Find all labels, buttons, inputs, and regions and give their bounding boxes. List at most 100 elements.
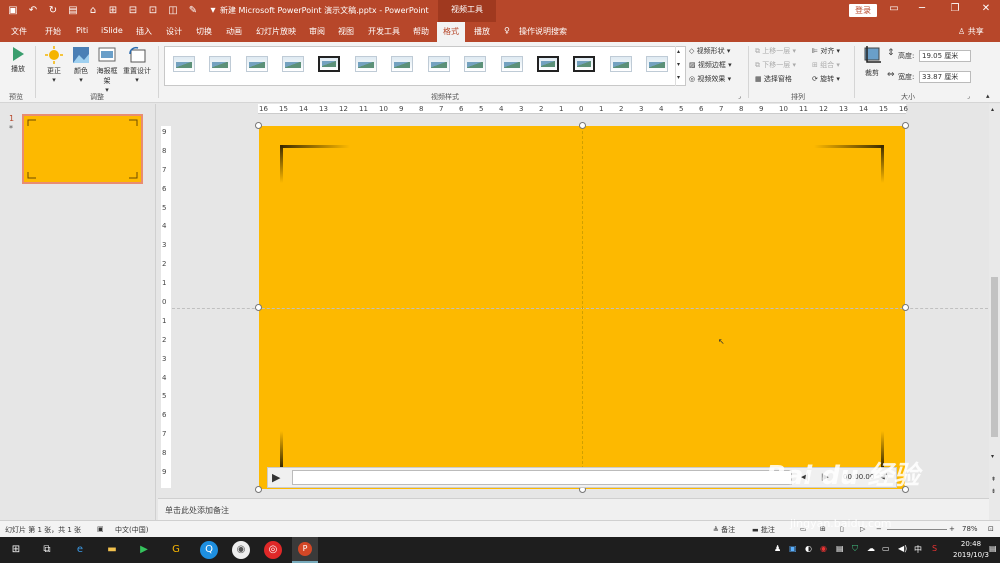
- scrollbar-thumb[interactable]: [991, 277, 998, 437]
- correct-button[interactable]: 更正 ▾: [42, 46, 66, 84]
- restore-icon[interactable]: ❐: [945, 3, 965, 14]
- tab-piti[interactable]: Piti: [76, 26, 88, 35]
- gallery-scroll[interactable]: ▴ ▾ ▾: [675, 46, 685, 86]
- login-button[interactable]: 登录: [849, 4, 877, 17]
- distribute-icon[interactable]: ⊟: [126, 3, 140, 19]
- tell-me-search[interactable]: 操作说明搜索: [519, 26, 567, 37]
- task-view-icon[interactable]: ⧉: [38, 541, 56, 559]
- align-icon[interactable]: ⊞: [106, 3, 120, 19]
- video-style-12[interactable]: [573, 56, 595, 72]
- customize-qat-icon[interactable]: ▾: [206, 3, 220, 19]
- previous-slide-icon[interactable]: ⇞: [991, 476, 996, 483]
- collapse-ribbon-icon[interactable]: ▴: [986, 92, 990, 100]
- undo-icon[interactable]: ↶: [26, 3, 40, 19]
- zoom-level[interactable]: 78%: [962, 525, 978, 533]
- pen-icon[interactable]: ✎: [186, 3, 200, 19]
- video-style-10[interactable]: [501, 56, 523, 72]
- video-style-11[interactable]: [537, 56, 559, 72]
- video-style-1[interactable]: [173, 56, 195, 72]
- grid-icon[interactable]: ⊡: [146, 3, 160, 19]
- resize-handle-top[interactable]: [579, 122, 586, 129]
- resize-handle-top-right[interactable]: [902, 122, 909, 129]
- video-style-2[interactable]: [209, 56, 231, 72]
- play-button[interactable]: 播放: [8, 46, 28, 74]
- system-clock[interactable]: 20:48 2019/10/3: [953, 539, 989, 561]
- tray-netease-icon[interactable]: ◉: [820, 544, 827, 553]
- scroll-down-arrow-icon[interactable]: ▾: [991, 453, 994, 460]
- tab-animations[interactable]: 动画: [226, 26, 242, 37]
- width-input[interactable]: 33.87 厘米: [919, 71, 971, 83]
- vertical-guide[interactable]: [582, 126, 583, 489]
- language-status[interactable]: 中文(中国): [115, 525, 148, 535]
- tray-app-icon[interactable]: ◐: [805, 544, 812, 553]
- comments-toggle-button[interactable]: ▬ 批注: [752, 525, 775, 535]
- notes-toggle-button[interactable]: ≜ 备注: [713, 525, 735, 535]
- tab-slideshow[interactable]: 幻灯片放映: [256, 26, 296, 37]
- tray-shield-icon[interactable]: ⛉: [852, 544, 858, 554]
- redo-icon[interactable]: ↻: [46, 3, 60, 19]
- close-icon[interactable]: ✕: [976, 3, 996, 14]
- crop-button[interactable]: 裁剪: [860, 46, 884, 78]
- app-g-icon[interactable]: G: [167, 541, 185, 559]
- notification-icon[interactable]: ▤: [989, 544, 997, 553]
- size-dialog-launcher-icon[interactable]: ⌟: [967, 93, 970, 100]
- tab-review[interactable]: 审阅: [309, 26, 325, 37]
- video-style-14[interactable]: [646, 56, 668, 72]
- video-style-6[interactable]: [355, 56, 377, 72]
- zoom-slider[interactable]: [887, 529, 947, 530]
- reset-design-button[interactable]: 重置设计 ▾: [122, 46, 152, 84]
- tray-person-icon[interactable]: ♟: [774, 544, 781, 553]
- scroll-down-icon[interactable]: ▾: [677, 61, 680, 68]
- minimize-icon[interactable]: ─: [912, 3, 932, 14]
- resize-handle-right[interactable]: [902, 304, 909, 311]
- video-style-13[interactable]: [610, 56, 632, 72]
- dialog-launcher-icon[interactable]: ⌟: [738, 93, 741, 100]
- qq-browser-icon[interactable]: Q: [200, 541, 218, 559]
- tab-developer[interactable]: 开发工具: [368, 26, 400, 37]
- resize-handle-left[interactable]: [255, 304, 262, 311]
- video-effects-button[interactable]: ◎ 视频效果 ▾: [689, 74, 731, 84]
- height-input[interactable]: 19.05 厘米: [919, 50, 971, 62]
- color-button[interactable]: 颜色 ▾: [70, 46, 92, 84]
- video-style-5[interactable]: [318, 56, 340, 72]
- tray-game-icon[interactable]: ▤: [836, 544, 844, 553]
- tab-file[interactable]: 文件: [11, 26, 27, 37]
- ribbon-display-icon[interactable]: ▭: [884, 3, 904, 14]
- tray-network-icon[interactable]: ▭: [882, 544, 890, 553]
- fit-slide-icon[interactable]: ⊡: [988, 525, 994, 533]
- video-border-button[interactable]: ▨ 视频边框 ▾: [689, 60, 732, 70]
- scroll-up-icon[interactable]: ▴: [677, 48, 680, 55]
- selection-pane-button[interactable]: ▦ 选择窗格: [755, 74, 792, 84]
- spellcheck-icon[interactable]: ▣: [97, 525, 104, 533]
- tab-format[interactable]: 格式: [437, 22, 465, 42]
- tab-transitions[interactable]: 切换: [196, 26, 212, 37]
- windows-start-icon[interactable]: ⊞: [7, 541, 25, 559]
- editor-scrollbar[interactable]: ▴ ▾ ⇞ ⇟: [989, 104, 1000, 520]
- video-style-3[interactable]: [246, 56, 268, 72]
- edge-browser-icon[interactable]: e: [71, 541, 89, 559]
- tray-nk-icon[interactable]: ▣: [789, 544, 797, 553]
- video-play-icon[interactable]: ▶: [272, 471, 280, 484]
- tab-home[interactable]: 开始: [45, 26, 61, 37]
- netease-music-icon[interactable]: ◎: [264, 541, 282, 559]
- file-explorer-icon[interactable]: ▬: [103, 541, 121, 559]
- video-progress-track[interactable]: [292, 470, 792, 485]
- rotate-button[interactable]: ⟳ 旋转 ▾: [812, 74, 840, 84]
- lock-icon[interactable]: ⌂: [86, 3, 100, 19]
- media-player-icon[interactable]: ▶: [135, 541, 153, 559]
- format-painter-icon[interactable]: ▤: [66, 3, 80, 19]
- zoom-in-icon[interactable]: +: [949, 525, 955, 533]
- next-slide-icon[interactable]: ⇟: [991, 488, 996, 495]
- video-style-4[interactable]: [282, 56, 304, 72]
- tab-islide[interactable]: iSlide: [101, 26, 123, 35]
- chat-app-icon[interactable]: ◉: [232, 541, 250, 559]
- slide-thumbnail[interactable]: [22, 114, 143, 184]
- horizontal-guide[interactable]: [172, 308, 988, 309]
- align-button[interactable]: ⊫ 对齐 ▾: [812, 46, 840, 56]
- resize-handle-bottom-left[interactable]: [255, 486, 262, 493]
- tab-view[interactable]: 视图: [338, 26, 354, 37]
- tray-cloud-icon[interactable]: ☁: [867, 544, 875, 553]
- ime-indicator[interactable]: 中: [914, 544, 922, 555]
- gallery-more-icon[interactable]: ▾: [677, 74, 680, 81]
- resize-handle-top-left[interactable]: [255, 122, 262, 129]
